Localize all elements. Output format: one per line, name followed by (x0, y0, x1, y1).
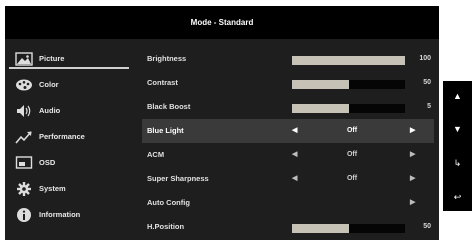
osd-monitor-icon (15, 156, 33, 169)
enter-icon[interactable]: ↳ (443, 153, 472, 173)
contrast-slider[interactable] (292, 80, 405, 89)
setting-label: Brightness (147, 54, 187, 63)
setting-option: Off (346, 151, 358, 158)
h-position-slider[interactable] (292, 224, 405, 233)
category-label: OSD (39, 158, 56, 167)
settings-list: Brightness 100 Contrast 50 Black Boost 5… (142, 47, 434, 239)
category-label: Color (39, 80, 59, 89)
info-icon (17, 208, 31, 222)
setting-label: Blue Light (147, 126, 184, 135)
black-boost-slider[interactable] (292, 104, 405, 113)
setting-black-boost[interactable]: Black Boost 5 (142, 95, 434, 119)
setting-label: Contrast (147, 78, 178, 87)
category-menu: Picture Color Audio Performance OSD Syst… (5, 46, 133, 228)
setting-contrast[interactable]: Contrast 50 (142, 71, 434, 95)
picture-icon (15, 52, 33, 66)
setting-h-position[interactable]: H.Position 50 (142, 215, 434, 239)
navigation-keys: ▲ ▼ ↳ ↩ (443, 81, 472, 211)
arrow-up-icon[interactable]: ▲ (443, 86, 472, 106)
mode-title: Mode - Standard (5, 6, 439, 39)
setting-auto-config[interactable]: Auto Config ▶ (142, 191, 434, 215)
setting-acm[interactable]: ACM ◀ Off ▶ (142, 143, 434, 167)
slider-fill (292, 104, 349, 113)
setting-super-sharpness[interactable]: Super Sharpness ◀ Off ▶ (142, 167, 434, 191)
slider-fill (292, 56, 405, 65)
setting-label: H.Position (147, 222, 185, 231)
category-label: System (39, 184, 66, 193)
gear-icon (17, 182, 31, 196)
osd-panel: Mode - Standard Picture Color Audio Perf… (5, 6, 439, 240)
setting-label: Super Sharpness (147, 174, 209, 183)
category-system[interactable]: System (5, 176, 133, 202)
slider-fill (292, 224, 349, 233)
arrow-right-icon[interactable]: ▶ (410, 167, 415, 191)
setting-option: Off (346, 127, 358, 134)
category-label: Information (39, 210, 81, 219)
setting-value: 100 (419, 55, 431, 62)
setting-label: Auto Config (147, 198, 190, 207)
arrow-down-icon[interactable]: ▼ (443, 119, 472, 139)
setting-option: Off (346, 175, 358, 182)
setting-label: Black Boost (147, 102, 191, 111)
setting-label: ACM (147, 150, 165, 159)
category-label: Picture (39, 54, 65, 63)
brightness-slider[interactable] (292, 56, 405, 65)
color-palette-icon (16, 79, 32, 91)
arrow-right-icon[interactable]: ▶ (410, 143, 415, 167)
category-performance[interactable]: Performance (5, 124, 133, 150)
category-information[interactable]: Information (5, 202, 133, 228)
slider-fill (292, 80, 349, 89)
category-color[interactable]: Color (5, 72, 133, 98)
setting-value: 50 (423, 79, 431, 86)
back-icon[interactable]: ↩ (443, 187, 472, 207)
category-label: Audio (39, 106, 61, 115)
arrow-right-icon[interactable]: ▶ (410, 191, 415, 215)
category-osd[interactable]: OSD (5, 150, 133, 176)
category-picture[interactable]: Picture (5, 46, 133, 72)
setting-value: 5 (427, 103, 431, 110)
speaker-icon (17, 105, 31, 117)
setting-brightness[interactable]: Brightness 100 (142, 47, 434, 71)
setting-value: 50 (423, 223, 431, 230)
category-label: Performance (39, 132, 85, 141)
category-audio[interactable]: Audio (5, 98, 133, 124)
performance-graph-icon (15, 131, 32, 144)
arrow-right-icon[interactable]: ▶ (410, 119, 415, 143)
setting-blue-light[interactable]: Blue Light ◀ Off ▶ (142, 119, 434, 143)
